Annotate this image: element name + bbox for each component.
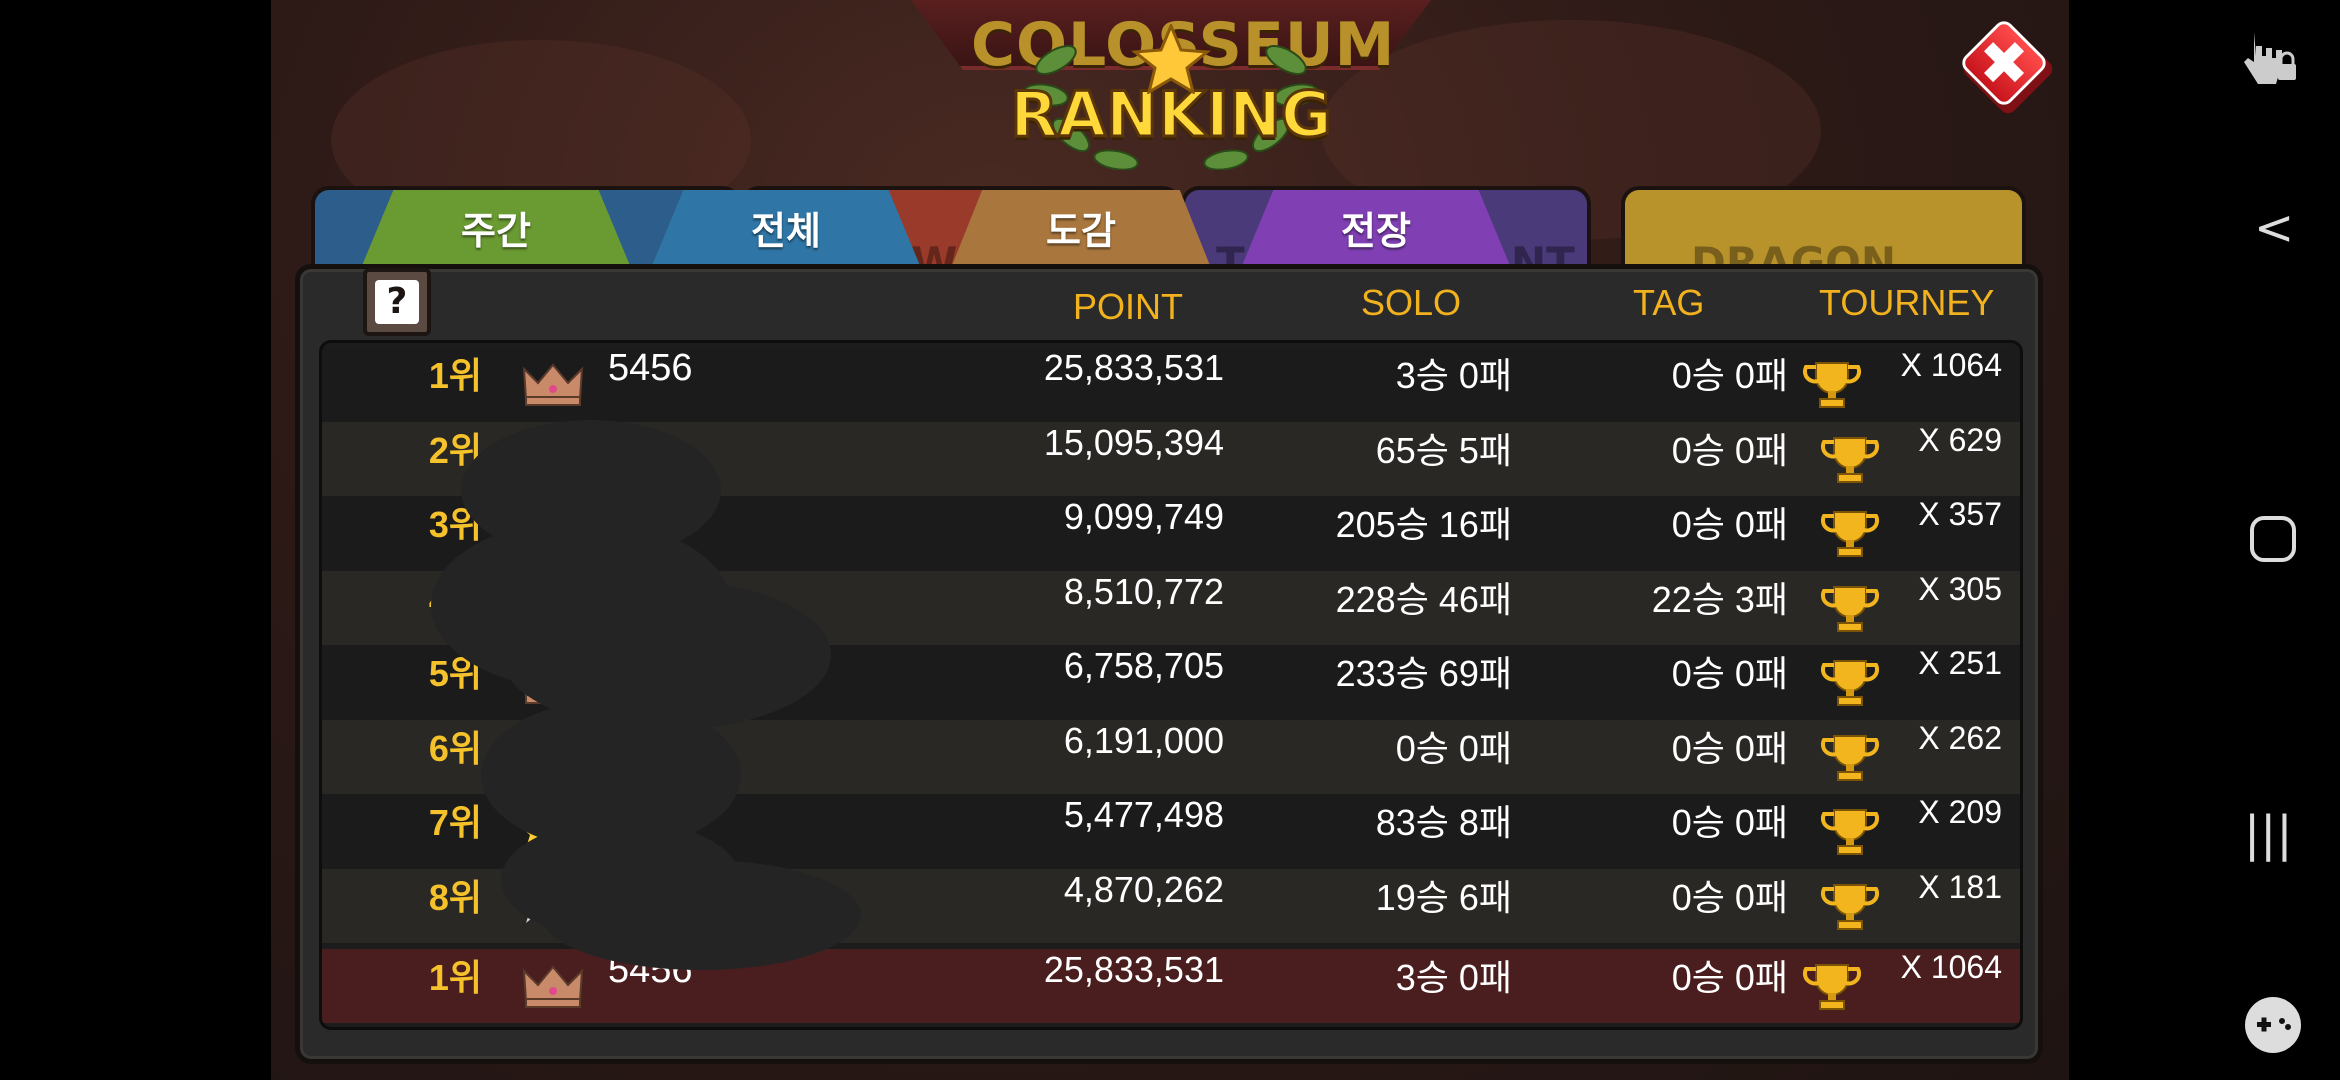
trophy-icon xyxy=(1820,809,1880,855)
tab-overall[interactable]: 전체 xyxy=(651,190,921,268)
trophy-icon xyxy=(1802,362,1862,408)
tab-collection[interactable]: 도감 xyxy=(951,190,1211,268)
solo-record: 233승 69패 xyxy=(1335,653,1512,694)
trophy-icon xyxy=(1820,436,1880,483)
table-row[interactable]: 1위 5456 25,833,531 3승 0패 0승 0패 X 1064 xyxy=(322,347,2020,421)
trophy-icon xyxy=(1820,511,1880,557)
solo-record: 205승 16패 xyxy=(1335,504,1512,545)
tag-record: 0승 0패 xyxy=(1671,957,1788,998)
tag-record: 0승 0패 xyxy=(1671,727,1788,769)
home-icon[interactable] xyxy=(2248,514,2298,564)
trophy-icon xyxy=(1820,734,1880,781)
tag-record: 0승 0패 xyxy=(1671,653,1788,694)
tag-record: 0승 0패 xyxy=(1671,429,1788,471)
point-value: 9,099,749 xyxy=(1063,496,1224,537)
rank-label: 6위 xyxy=(428,727,482,769)
point-value: 5,477,498 xyxy=(1063,794,1224,835)
trophy-icon xyxy=(1802,964,1862,1010)
solo-record: 65승 5패 xyxy=(1375,429,1512,471)
solo-record: 228승 46패 xyxy=(1335,578,1512,620)
recents-icon[interactable]: ||| xyxy=(2244,806,2293,862)
bronze-crown-icon xyxy=(522,363,584,406)
trophy-icon xyxy=(1820,585,1880,632)
tag-record: 0승 0패 xyxy=(1671,504,1788,545)
column-tourney: TOURNEY xyxy=(1819,282,1995,323)
my-rank-row[interactable]: 1위 5456 25,833,531 3승 0패 0승 0패 X 1064 xyxy=(322,949,2020,1023)
rank-label: 8위 xyxy=(428,876,482,918)
column-solo: SOLO xyxy=(1361,282,1462,323)
tag-record: 0승 0패 xyxy=(1671,355,1788,396)
rank-label: 1위 xyxy=(428,355,482,396)
tag-record: 0승 0패 xyxy=(1671,876,1788,918)
redaction-mark xyxy=(541,860,861,970)
game-screen: COLOSSEUM RANKING ✖ WA TO NT DRAGON 주간 전… xyxy=(271,0,2069,1080)
solo-record: 3승 0패 xyxy=(1395,957,1512,998)
star-icon xyxy=(1131,24,1211,94)
point-value: 8,510,772 xyxy=(1063,570,1224,612)
tab-weekly[interactable]: 주간 xyxy=(361,190,631,268)
point-value: 4,870,262 xyxy=(1063,868,1224,910)
solo-record: 19승 6패 xyxy=(1375,876,1512,918)
gamepad-icon[interactable] xyxy=(2244,996,2302,1054)
column-tag: TAG xyxy=(1633,282,1705,323)
solo-record: 3승 0패 xyxy=(1395,355,1512,396)
point-value: 6,191,000 xyxy=(1063,719,1224,761)
close-icon[interactable]: ✖ xyxy=(1959,22,2049,112)
help-button[interactable]: ? xyxy=(363,268,431,336)
tag-record: 0승 0패 xyxy=(1671,802,1788,843)
point-value: 25,833,531 xyxy=(1043,347,1224,388)
point-value: 6,758,705 xyxy=(1063,645,1224,686)
solo-record: 0승 0패 xyxy=(1395,727,1512,769)
rank-label: 7위 xyxy=(428,802,482,843)
column-point: POINT xyxy=(1073,286,1184,327)
help-icon: ? xyxy=(375,280,419,324)
touch-lock-icon[interactable] xyxy=(2240,24,2300,90)
back-icon[interactable]: < xyxy=(2254,200,2294,256)
trophy-icon xyxy=(1820,660,1880,706)
point-value: 25,833,531 xyxy=(1043,949,1224,990)
bronze-crown-icon xyxy=(522,965,584,1008)
trophy-icon xyxy=(1820,883,1880,930)
player-name: 5456 xyxy=(608,347,693,389)
tag-record: 22승 3패 xyxy=(1651,578,1788,620)
rank-label: 1위 xyxy=(428,957,482,998)
tab-battlefield[interactable]: 전장 xyxy=(1241,190,1511,268)
solo-record: 83승 8패 xyxy=(1375,802,1512,843)
point-value: 15,095,394 xyxy=(1043,421,1224,463)
